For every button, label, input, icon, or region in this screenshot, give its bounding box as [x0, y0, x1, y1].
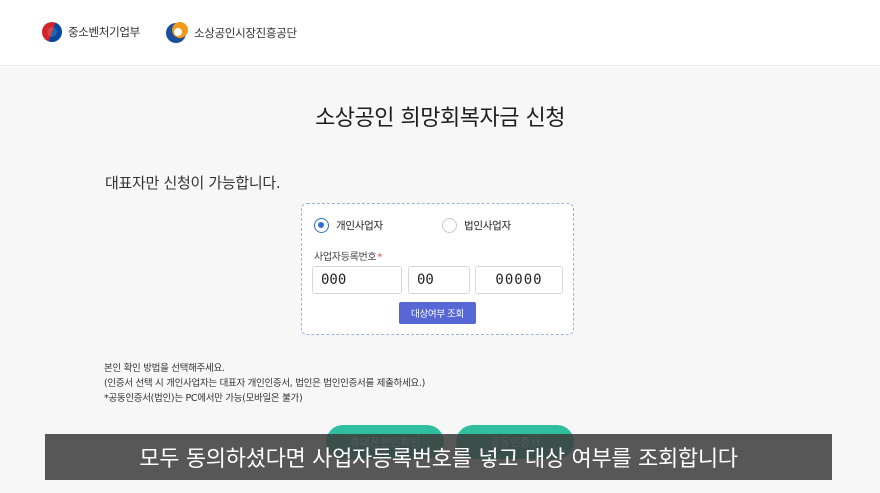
radio-individual-option[interactable]: 개인사업자	[314, 218, 383, 233]
radio-checked-icon[interactable]	[314, 218, 329, 233]
mss-logo[interactable]: 중소벤처기업부	[42, 22, 140, 42]
video-subtitle-text: 모두 동의하셨다면 사업자등록번호를 넣고 대상 여부를 조회합니다	[139, 447, 738, 472]
semas-emblem-icon	[166, 22, 188, 44]
semas-logo[interactable]: 소상공인시장진흥공단	[166, 22, 297, 44]
instruction-line-3: *공동인증서(법인)는 PC에서만 가능(모바일은 불가)	[104, 393, 303, 404]
business-number-part1-input[interactable]	[312, 266, 402, 294]
video-subtitle-bar: 모두 동의하셨다면 사업자등록번호를 넣고 대상 여부를 조회합니다	[45, 434, 832, 480]
instruction-line-2: (인증서 선택 시 개인사업자는 대표자 개인인증서, 법인은 법인인증서를 제…	[104, 378, 425, 389]
business-number-form: 개인사업자 법인사업자 사업자등록번호* 대상여부 조회	[301, 203, 574, 335]
business-number-part3-input[interactable]	[475, 266, 563, 294]
mss-logo-text: 중소벤처기업부	[68, 25, 140, 39]
verification-instructions: 본인 확인 방법을 선택해주세요. (인증서 선택 시 개인사업자는 대표자 개…	[104, 361, 425, 406]
check-eligibility-button[interactable]: 대상여부 조회	[399, 302, 476, 324]
radio-corporate-label: 법인사업자	[464, 220, 511, 232]
semas-logo-text: 소상공인시장진흥공단	[194, 26, 297, 40]
site-header: 중소벤처기업부 소상공인시장진흥공단	[0, 0, 880, 66]
business-number-label: 사업자등록번호*	[314, 248, 382, 263]
radio-corporate-option[interactable]: 법인사업자	[442, 218, 511, 233]
page-title: 소상공인 희망회복자금 신청	[315, 106, 565, 131]
taegeuk-emblem-icon	[42, 22, 62, 42]
radio-individual-label: 개인사업자	[336, 220, 383, 232]
instruction-line-1: 본인 확인 방법을 선택해주세요.	[104, 363, 225, 374]
business-number-label-text: 사업자등록번호	[314, 252, 377, 263]
eligibility-notice: 대표자만 신청이 가능합니다.	[105, 174, 281, 192]
business-number-part2-input[interactable]	[408, 266, 470, 294]
radio-unchecked-icon[interactable]	[442, 218, 457, 233]
required-mark: *	[377, 252, 383, 263]
